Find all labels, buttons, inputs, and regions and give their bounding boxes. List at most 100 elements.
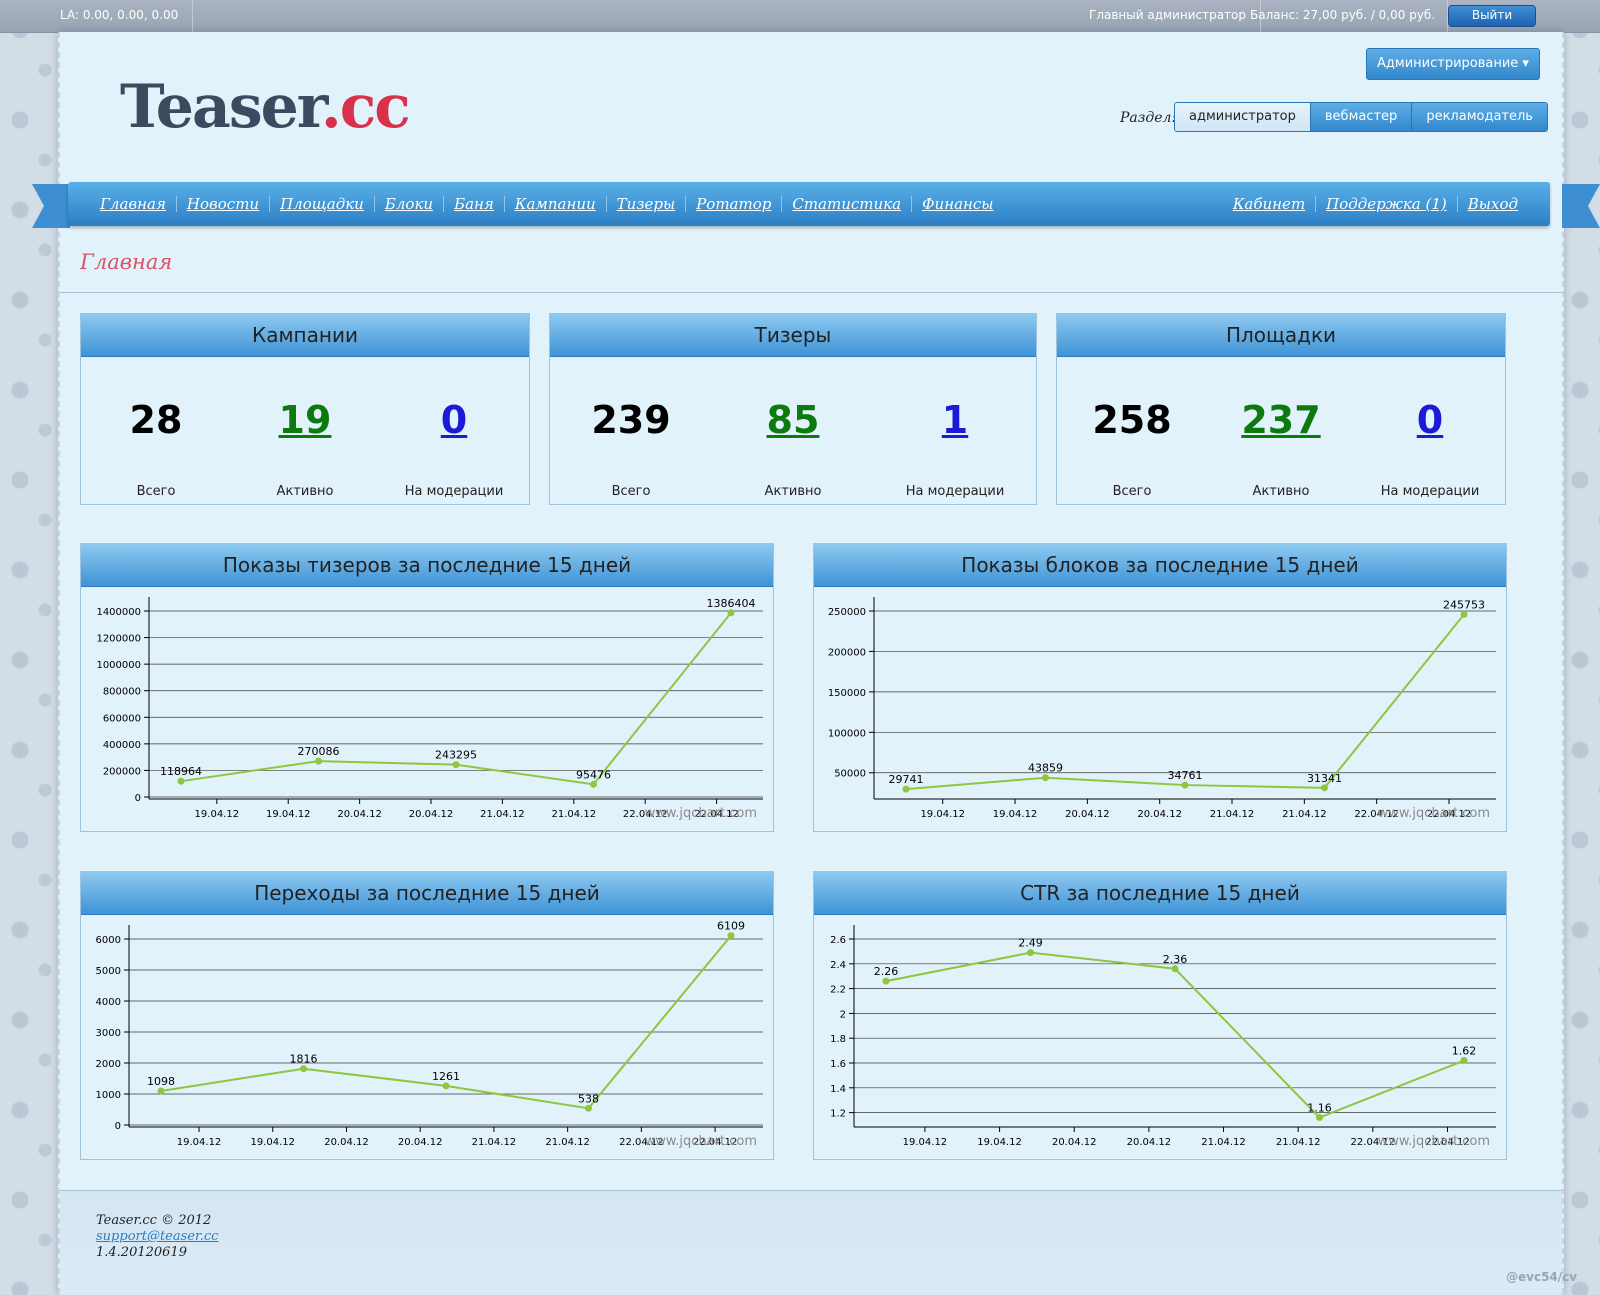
y-tick-label: 1200000 xyxy=(96,634,141,645)
y-tick-label: 800000 xyxy=(103,687,141,698)
y-tick-label: 250000 xyxy=(828,607,866,618)
teasers-active-link[interactable]: 85 xyxy=(718,398,868,442)
nav-blocks[interactable]: Блоки xyxy=(373,196,443,212)
x-tick-label: 20.04.12 xyxy=(1065,809,1110,820)
nav-rotator[interactable]: Ротатор xyxy=(685,196,781,212)
y-tick-label: 2.4 xyxy=(830,960,846,971)
y-tick-label: 5000 xyxy=(96,966,121,977)
data-point xyxy=(157,1087,165,1095)
campaigns-total-label: Всего xyxy=(136,484,176,499)
campaigns-moderation-link[interactable]: 0 xyxy=(379,398,529,442)
chart-clicks: 0 1000 2000 3000 4000 5000 6000 19.04.12 19.04.1… xyxy=(81,915,771,1161)
logo[interactable]: Teaser.cc xyxy=(120,72,411,142)
data-point xyxy=(882,977,890,985)
sites-total-label: Всего xyxy=(1112,484,1152,499)
top-bar: LA: 0.00, 0.00, 0.00 Главный администрат… xyxy=(0,0,1600,33)
nav-sites[interactable]: Площадки xyxy=(269,196,374,212)
x-tick-label: 21.04.12 xyxy=(472,1137,517,1148)
y-tick-label: 1400000 xyxy=(96,607,141,618)
data-label: 29741 xyxy=(889,773,924,786)
chart-block-views: 50000 100000 150000 200000 250000 19.04.12 19.… xyxy=(814,587,1504,833)
data-label: 270086 xyxy=(298,745,340,758)
section-webmaster[interactable]: вебмастер xyxy=(1309,103,1412,131)
x-tick-label: 19.04.12 xyxy=(977,1137,1022,1148)
chart-svg: 0 1000 2000 3000 4000 5000 6000 19.04.12 19.04.1… xyxy=(96,920,763,1149)
data-label: 245753 xyxy=(1443,598,1485,611)
data-label: 2.36 xyxy=(1163,953,1188,966)
x-tick-label: 19.04.12 xyxy=(266,809,311,820)
y-tick-label: 2 xyxy=(840,1009,846,1020)
x-tick-label: 19.04.12 xyxy=(195,809,240,820)
logo-main: Teaser xyxy=(120,72,323,142)
sites-moderation-label: На модерации xyxy=(1380,484,1480,499)
teasers-panel-title: Тизеры xyxy=(550,314,1036,357)
x-tick-label: 19.04.12 xyxy=(920,809,965,820)
chart-title: Показы блоков за последние 15 дней xyxy=(814,544,1506,587)
data-point xyxy=(1460,610,1468,618)
chart-teaser-views: 0 200000 400000 600000 800000 1000000 1200000 1… xyxy=(81,587,771,833)
teasers-total-label: Всего xyxy=(611,484,651,499)
teasers-moderation-label: На модерации xyxy=(905,484,1005,499)
author-credit: @evc54/cv xyxy=(1506,1270,1578,1284)
main-nav: Главная Новости Площадки Блоки Баня Камп… xyxy=(68,182,1550,226)
sites-total: 258 xyxy=(1092,398,1172,442)
nav-support[interactable]: Поддержка (1) xyxy=(1315,196,1457,212)
data-point xyxy=(1321,784,1328,792)
nav-finance[interactable]: Финансы xyxy=(911,196,1003,212)
sites-moderation-link[interactable]: 0 xyxy=(1355,398,1505,442)
load-average: LA: 0.00, 0.00, 0.00 xyxy=(0,0,194,32)
nav-news[interactable]: Новости xyxy=(175,196,269,212)
x-tick-label: 21.04.12 xyxy=(480,809,525,820)
campaigns-active-link[interactable]: 19 xyxy=(230,398,380,442)
section-admin[interactable]: администратор xyxy=(1175,103,1310,131)
nav-banya[interactable]: Баня xyxy=(443,196,504,212)
nav-campaigns[interactable]: Кампании xyxy=(503,196,606,212)
x-tick-label: 20.04.12 xyxy=(324,1137,369,1148)
nav-teasers[interactable]: Тизеры xyxy=(605,196,686,212)
sites-active-label: Активно xyxy=(1252,484,1310,499)
teasers-moderation-link[interactable]: 1 xyxy=(880,398,1030,442)
footer-support-email[interactable]: support@teaser.cc xyxy=(96,1229,218,1244)
title-divider xyxy=(60,292,1562,293)
y-tick-label: 1.8 xyxy=(830,1034,846,1045)
data-label: 6109 xyxy=(717,920,745,933)
nav-statistics[interactable]: Статистика xyxy=(781,196,911,212)
y-tick-label: 50000 xyxy=(834,769,866,780)
logout-button[interactable]: Выйти xyxy=(1448,5,1536,27)
nav-cabinet[interactable]: Кабинет xyxy=(1223,196,1315,212)
campaigns-total: 28 xyxy=(129,398,183,442)
data-point xyxy=(1027,949,1034,957)
y-tick-label: 150000 xyxy=(828,688,866,699)
data-point xyxy=(1042,774,1049,782)
x-tick-label: 19.04.12 xyxy=(903,1137,948,1148)
nav-exit[interactable]: Выход xyxy=(1456,196,1528,212)
y-tick-label: 200000 xyxy=(828,647,866,658)
sites-panel-title: Площадки xyxy=(1057,314,1505,357)
data-point xyxy=(1181,781,1189,789)
sites-active-link[interactable]: 237 xyxy=(1206,398,1356,442)
teasers-panel: Тизеры 239 85 1 Всего Активно На модерац… xyxy=(549,313,1037,505)
chart-panel-teaser-views: Показы тизеров за последние 15 дней 0 200… xyxy=(80,543,774,832)
x-tick-label: 20.04.12 xyxy=(1137,809,1182,820)
x-tick-label: 20.04.12 xyxy=(398,1137,443,1148)
administration-dropdown[interactable]: Администрирование ▾ xyxy=(1366,48,1540,80)
y-tick-label: 1000000 xyxy=(96,660,141,671)
data-point xyxy=(300,1065,307,1073)
section-label: Раздел: xyxy=(1120,110,1177,126)
chart-panel-clicks: Переходы за последние 15 дней 0 1000 2000 3… xyxy=(80,871,774,1160)
chart-panel-block-views: Показы блоков за последние 15 дней 50000… xyxy=(813,543,1507,832)
sites-panel: Площадки 258 237 0 Всего Активно На моде… xyxy=(1056,313,1506,505)
data-point xyxy=(1171,965,1179,973)
campaigns-active-label: Активно xyxy=(276,484,334,499)
section-advertiser[interactable]: рекламодатель xyxy=(1411,103,1547,131)
nav-home[interactable]: Главная xyxy=(90,196,176,212)
data-label: 34761 xyxy=(1168,769,1203,782)
y-tick-label: 2.6 xyxy=(830,935,846,946)
footer-version: 1.4.20120619 xyxy=(96,1245,187,1260)
data-label: 43859 xyxy=(1028,762,1063,775)
data-label: 1098 xyxy=(147,1075,175,1088)
chart-svg: 1.2 1.4 1.6 1.8 2 2.2 2.4 2.6 19.04.12 19.04.12 20… xyxy=(830,925,1496,1149)
campaigns-panel: Кампании 28 19 0 Всего Активно На модера… xyxy=(80,313,530,505)
series-line xyxy=(885,951,1465,1119)
x-tick-label: 21.04.12 xyxy=(1276,1137,1321,1148)
